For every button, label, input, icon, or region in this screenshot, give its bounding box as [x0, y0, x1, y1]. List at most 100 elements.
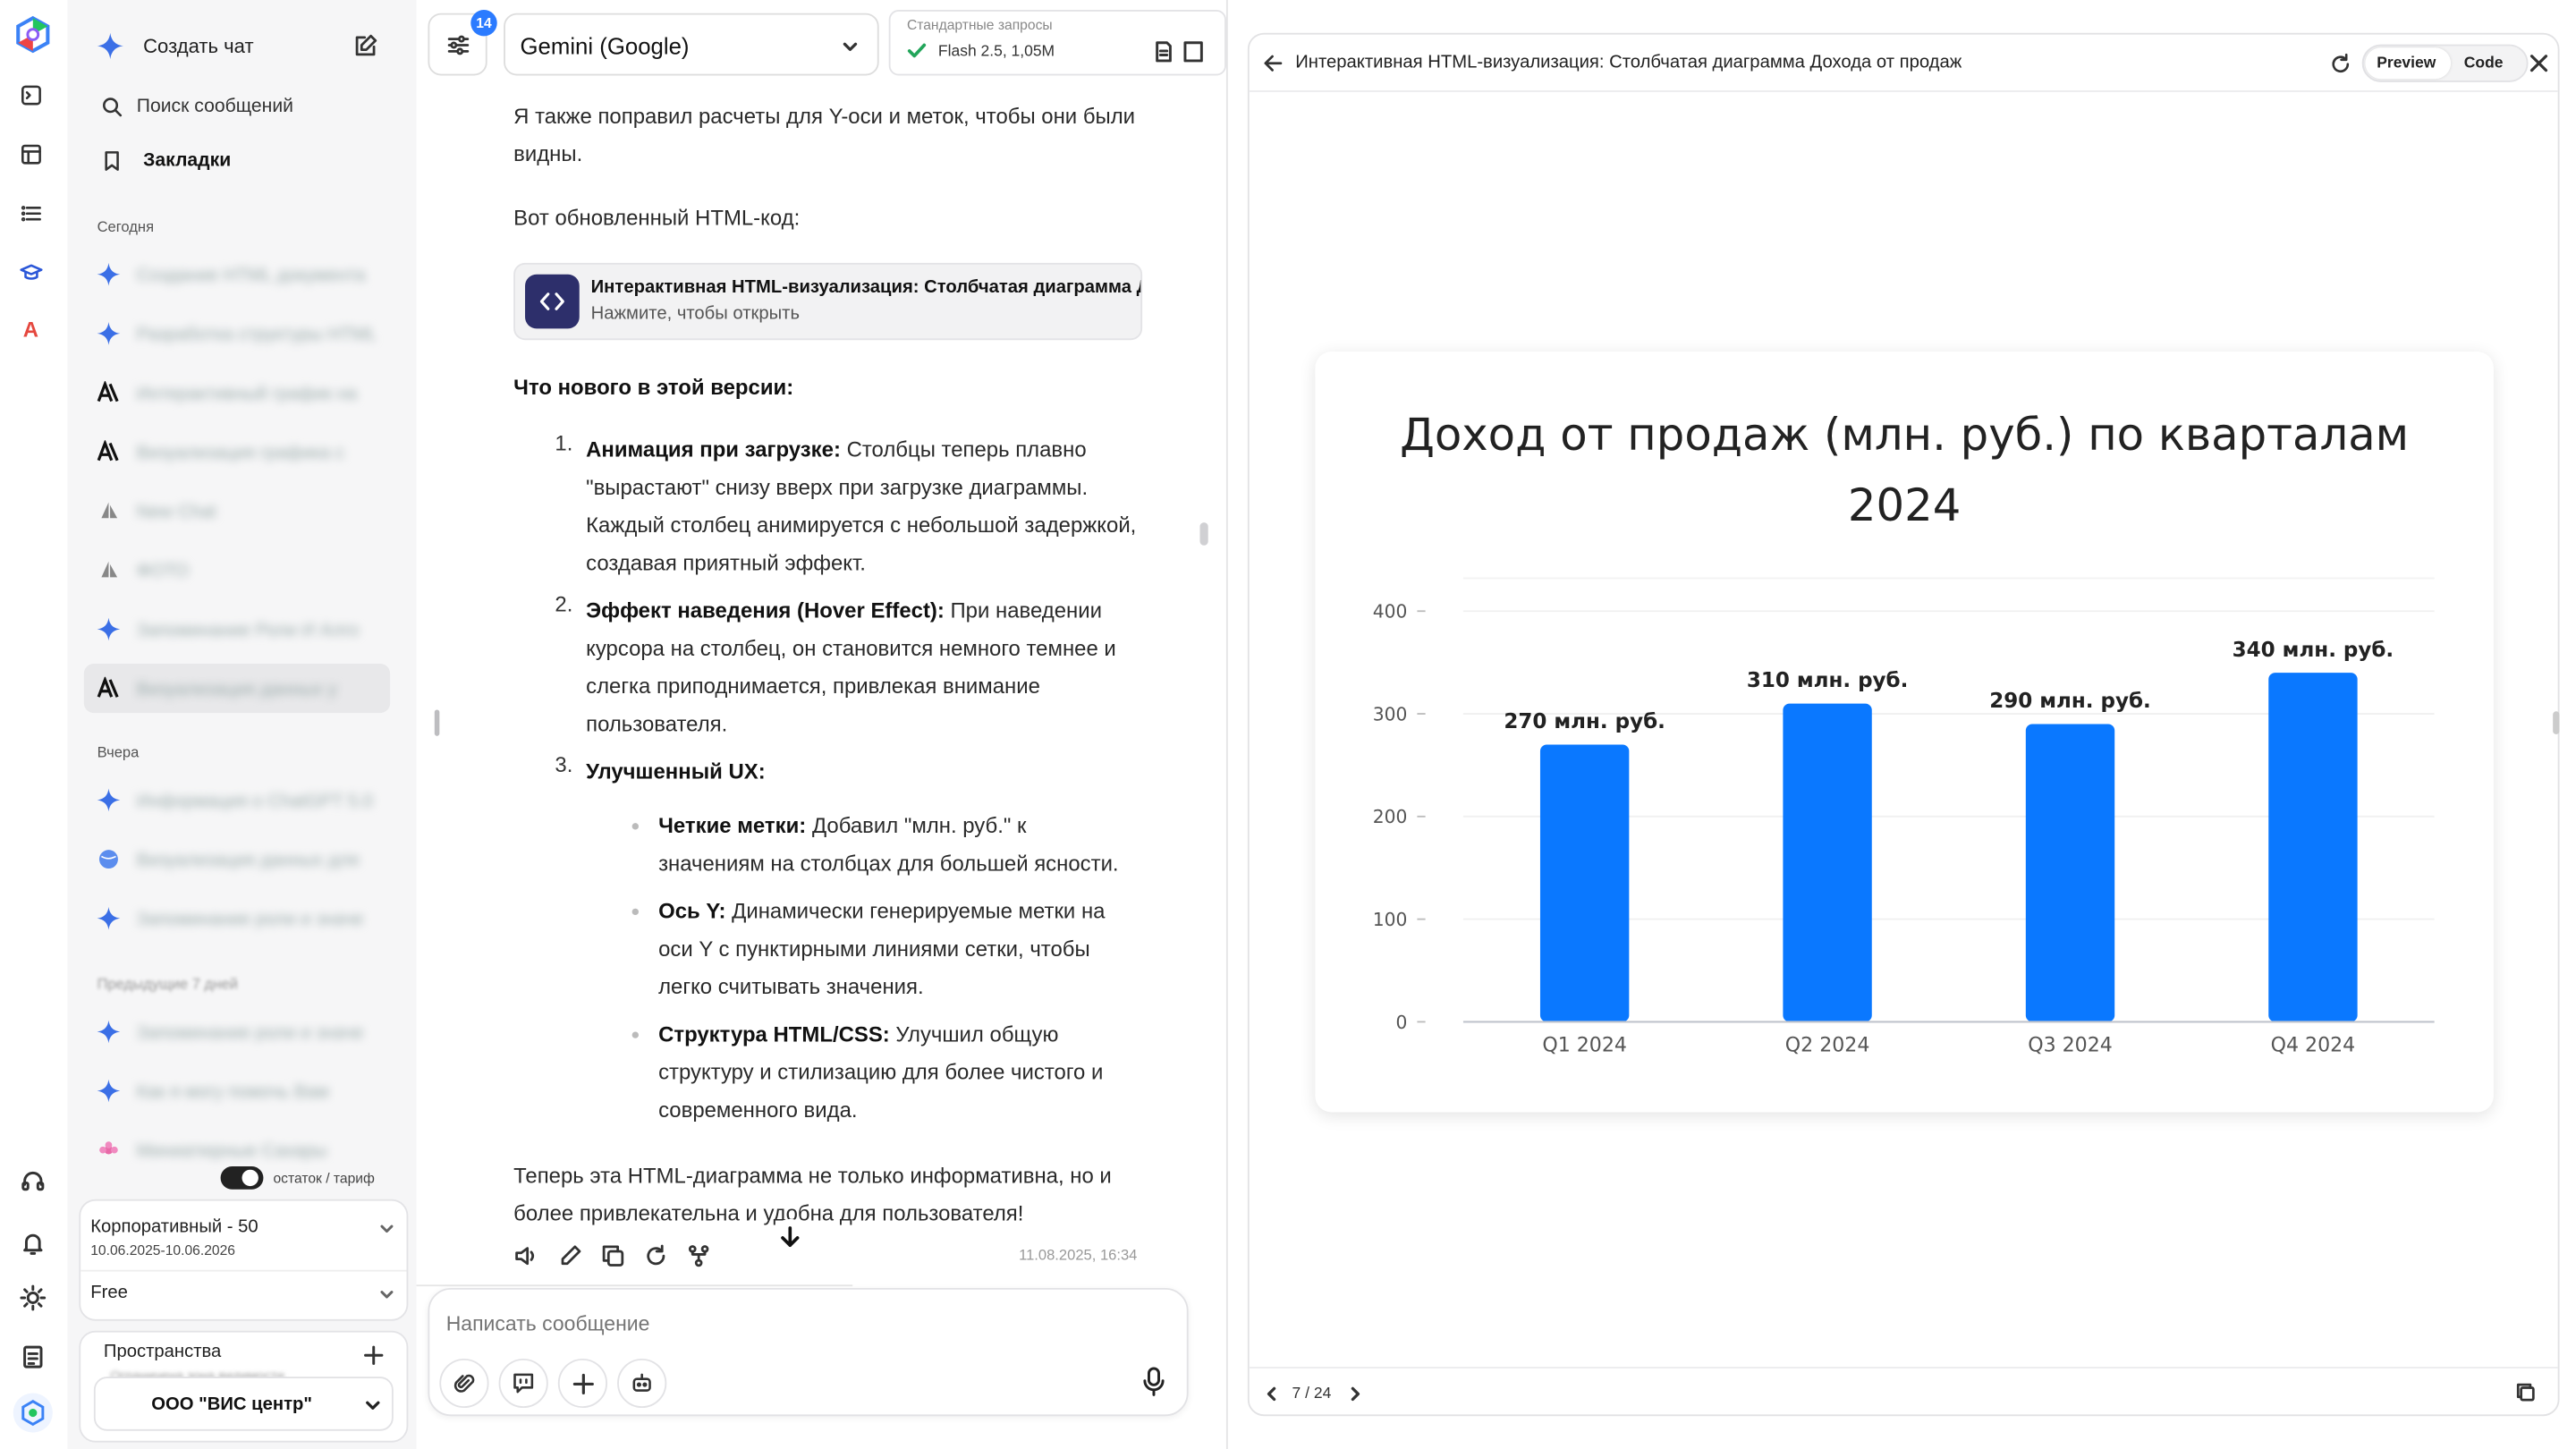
list-item-title: Улучшенный UX:	[586, 758, 766, 784]
notification-badge: 14	[470, 10, 497, 37]
plan-name: Корпоративный - 50	[90, 1216, 258, 1238]
gemini-icon	[97, 617, 121, 641]
check-icon	[907, 43, 927, 58]
balance-toggle[interactable]	[220, 1166, 264, 1190]
list-item: Анимация при загрузке: Столбцы теперь пл…	[586, 430, 1148, 581]
model-select[interactable]: Gemini (Google)	[504, 13, 879, 76]
section-yesterday: Вчера	[97, 744, 140, 761]
chevron-left-icon[interactable]	[1262, 1385, 1280, 1402]
x-tick-label: Q2 2024	[1785, 1035, 1870, 1057]
gemini-icon	[97, 788, 121, 812]
close-icon[interactable]	[2529, 53, 2550, 74]
paperclip-icon	[453, 1374, 475, 1393]
table-icon[interactable]	[20, 143, 43, 166]
search-messages-button[interactable]: Поиск сообщений	[77, 86, 406, 131]
resize-handle[interactable]	[434, 709, 440, 736]
gemini-icon	[97, 262, 121, 286]
chevron-down-icon[interactable]	[378, 1221, 394, 1237]
bar-data-label: 340 млн. руб.	[2233, 639, 2394, 662]
terminal-icon[interactable]	[20, 84, 43, 107]
mode-value: Flash 2.5, 1,05M	[937, 42, 1055, 61]
sub-list-item: Четкие метки: Добавил "млн. руб." к знач…	[658, 807, 1127, 882]
file-icon[interactable]	[1154, 41, 1174, 63]
history-item-title: Визуализация графика с	[136, 443, 345, 463]
speaker-icon[interactable]	[513, 1243, 538, 1268]
sun-icon[interactable]	[20, 1284, 47, 1311]
copy-icon[interactable]	[601, 1243, 626, 1268]
history-item[interactable]: Разработка структуры HTML	[84, 309, 390, 358]
message-input[interactable]	[445, 1306, 1138, 1343]
history-item[interactable]: Визуализация графика с	[84, 428, 390, 477]
list-icon[interactable]	[20, 202, 43, 225]
add-button[interactable]	[557, 1358, 608, 1409]
new-chat-button[interactable]: Создать чат	[77, 20, 406, 72]
back-arrow-icon[interactable]	[1262, 53, 1284, 74]
chevron-right-icon[interactable]	[1346, 1385, 1364, 1402]
search-icon	[102, 97, 123, 117]
attach-button[interactable]	[439, 1358, 489, 1409]
history-item[interactable]: Создание HTML документа	[84, 250, 390, 299]
branch-icon[interactable]	[686, 1243, 711, 1268]
bookmarks-button[interactable]: Закладки	[77, 140, 406, 185]
document-icon[interactable]	[20, 1343, 46, 1369]
artifact-title: Интерактивная HTML-визуализация: Столбча…	[590, 277, 1141, 298]
history-item[interactable]: Как я могу помочь Вам	[84, 1066, 390, 1115]
tab-code[interactable]: Code	[2464, 55, 2504, 72]
edit-icon[interactable]	[354, 33, 379, 58]
history-item[interactable]: Информация о ChatGPT 5.0	[84, 775, 390, 825]
history-item[interactable]: Запоминание роли и значе	[84, 1007, 390, 1056]
copy-icon[interactable]	[2515, 1382, 2537, 1403]
refresh-icon[interactable]	[2329, 53, 2352, 76]
list-item: Улучшенный UX:	[586, 752, 1148, 790]
bar-data-label: 310 млн. руб.	[1747, 669, 1908, 692]
plan-free[interactable]: Free	[90, 1283, 128, 1302]
scroll-down-button[interactable]	[770, 1218, 810, 1258]
balance-toggle-label: остаток / тариф	[273, 1169, 375, 1187]
bar	[1539, 744, 1630, 1022]
scrollbar-thumb[interactable]	[1199, 522, 1208, 546]
org-select[interactable]: ООО "ВИС центр"	[93, 1377, 394, 1431]
image-icon[interactable]	[1183, 41, 1203, 63]
prompts-button[interactable]	[498, 1358, 548, 1409]
panel-resize-handle[interactable]	[2553, 711, 2560, 735]
section-today: Сегодня	[97, 218, 155, 235]
font-a-icon[interactable]: A	[23, 317, 38, 342]
history-item[interactable]: Визуализация данных для	[84, 835, 390, 884]
bar	[2025, 724, 2115, 1022]
history-item[interactable]: Визуализация данных у	[83, 664, 391, 714]
history-item[interactable]: Интерактивный график на	[84, 368, 390, 417]
x-tick-label: Q1 2024	[1542, 1035, 1627, 1057]
x-axis: Q1 2024 Q2 2024 Q3 2024 Q4 2024	[1462, 1021, 2435, 1057]
user-avatar[interactable]	[13, 1393, 53, 1433]
request-mode[interactable]: Стандартные запросы Flash 2.5, 1,05M	[888, 10, 1226, 76]
history-item[interactable]: Запоминание Роли И Алго	[84, 605, 390, 654]
chevron-down-icon[interactable]	[378, 1286, 394, 1302]
history-item[interactable]: ФОТО	[84, 546, 390, 595]
refresh-icon[interactable]	[644, 1243, 669, 1268]
sail-icon	[97, 499, 121, 522]
history-item[interactable]: New Chat	[84, 487, 390, 536]
pencil-icon[interactable]	[558, 1243, 583, 1268]
code-icon	[525, 274, 580, 329]
view-toggle: Preview Code	[2361, 44, 2529, 82]
lotus-icon	[97, 1139, 121, 1162]
message-timestamp: 11.08.2025, 16:34	[1019, 1247, 1138, 1264]
artifact-card[interactable]: Интерактивная HTML-визуализация: Столбча…	[513, 262, 1143, 341]
message-paragraph: Я также поправил расчеты для Y-оси и мет…	[513, 103, 1136, 166]
bar-series: 270 млн. руб. 310 млн. руб. 290 млн. руб. 3…	[1504, 639, 2394, 1022]
headset-icon[interactable]	[20, 1168, 46, 1194]
x-tick-label: Q3 2024	[2028, 1035, 2113, 1057]
pager: 7 / 24	[1292, 1385, 1332, 1403]
plus-icon[interactable]	[364, 1345, 384, 1365]
history-item-title: Как я могу помочь Вам	[136, 1082, 329, 1103]
gemini-sparkle-icon	[97, 32, 124, 60]
agent-button[interactable]	[617, 1358, 667, 1409]
sub-list-item: Структура HTML/CSS: Улучшил общую структ…	[658, 1015, 1127, 1129]
app-logo-icon[interactable]	[13, 15, 53, 55]
bell-icon[interactable]	[20, 1231, 46, 1257]
history-item[interactable]: Запоминание роли и значе	[84, 894, 390, 943]
y-tick-label: 200	[1373, 806, 1408, 827]
microphone-icon[interactable]	[1140, 1367, 1166, 1396]
graduation-cap-icon[interactable]	[20, 261, 43, 284]
history-item-title: New Chat	[136, 503, 216, 523]
